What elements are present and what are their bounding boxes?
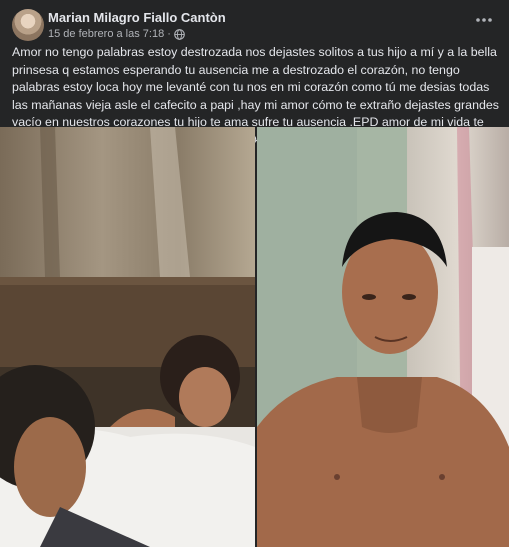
photo-grid xyxy=(0,127,509,547)
more-options-icon xyxy=(476,18,492,22)
author-name[interactable]: Marian Milagro Fiallo Cantòn xyxy=(48,10,226,25)
meta-separator: · xyxy=(167,28,171,40)
post-meta: 15 de febrero a las 7:18 · xyxy=(48,28,185,40)
photo-man-shirtless[interactable] xyxy=(257,127,509,547)
globe-icon xyxy=(174,28,185,40)
facebook-post-card: Marian Milagro Fiallo Cantòn 15 de febre… xyxy=(0,0,509,547)
more-options-button[interactable] xyxy=(473,11,495,29)
post-header: Marian Milagro Fiallo Cantòn 15 de febre… xyxy=(12,9,497,43)
author-avatar[interactable] xyxy=(12,9,44,41)
post-timestamp[interactable]: 15 de febrero a las 7:18 xyxy=(48,28,164,40)
photo-couple-in-bed[interactable] xyxy=(0,127,255,547)
